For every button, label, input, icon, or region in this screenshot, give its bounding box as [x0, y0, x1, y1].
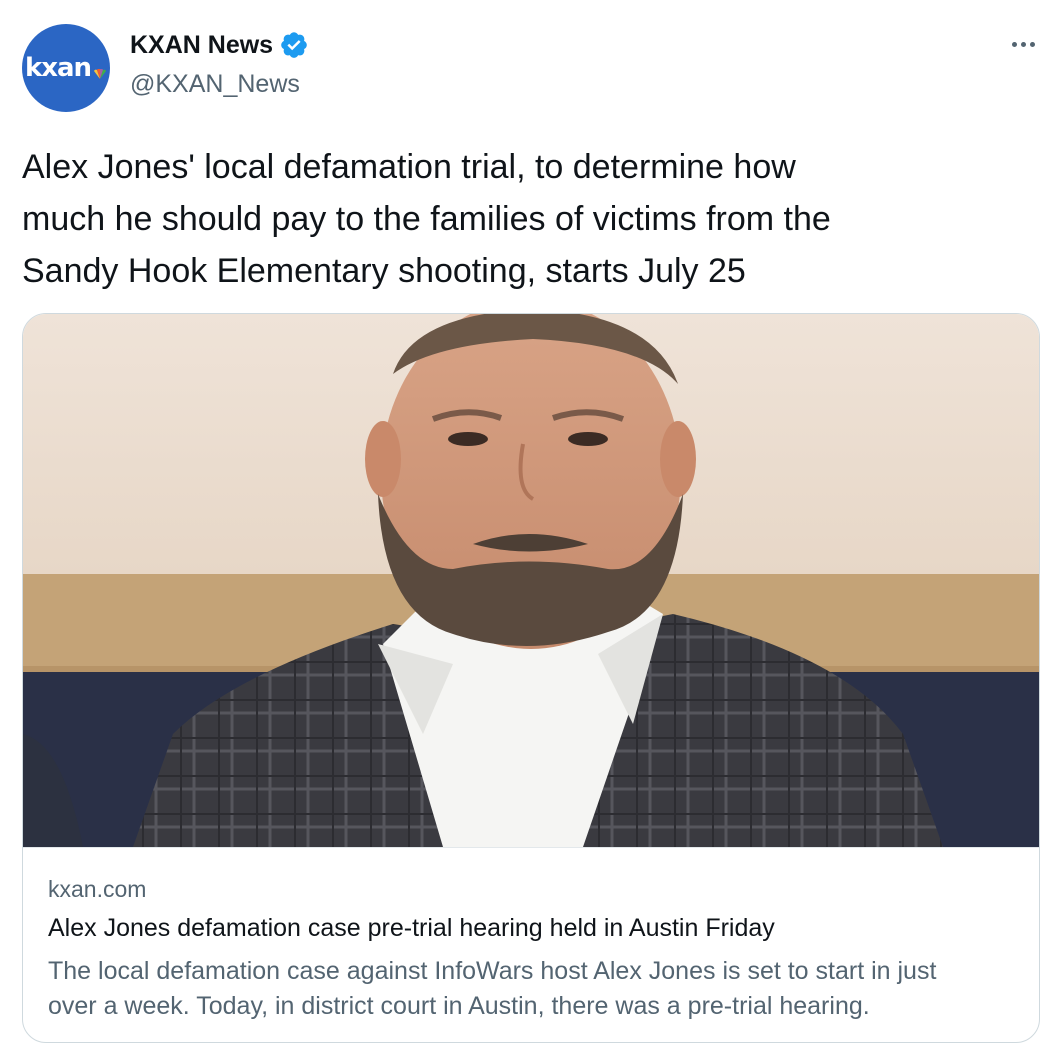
link-card-title: Alex Jones defamation case pre-trial hea… — [48, 914, 775, 942]
peacock-icon — [94, 69, 107, 79]
more-dots-icon — [1011, 41, 1017, 47]
link-card-description: The local defamation case against InfoWa… — [48, 957, 937, 1020]
link-card-body: kxan.com Alex Jones defamation case pre-… — [23, 847, 1039, 1042]
article-photo — [23, 314, 1039, 847]
link-card-domain: kxan.com — [48, 876, 147, 902]
author-name-row: KXAN News — [130, 30, 309, 60]
more-options-button[interactable] — [1008, 34, 1038, 54]
verified-badge-icon — [281, 32, 307, 58]
link-card[interactable]: kxan.com Alex Jones defamation case pre-… — [22, 313, 1040, 1043]
author-handle[interactable]: @KXAN_News — [130, 70, 300, 99]
tweet-text: Alex Jones' local defamation trial, to d… — [22, 148, 831, 290]
avatar[interactable]: kxan — [22, 24, 110, 112]
avatar-logo-text: kxan — [24, 53, 92, 83]
author-name[interactable]: KXAN News — [130, 31, 273, 60]
